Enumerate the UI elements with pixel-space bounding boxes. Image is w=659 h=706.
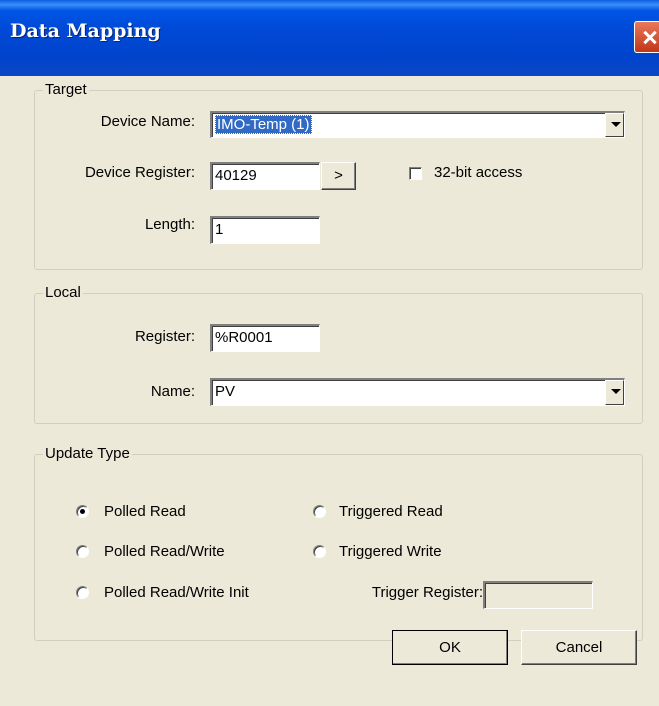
register-browse-button[interactable]: > — [321, 162, 356, 190]
polled-read-write-label: Polled Read/Write — [104, 543, 225, 560]
32-bit-access-checkbox[interactable] — [409, 167, 422, 180]
update-type-legend: Update Type — [43, 445, 132, 462]
title-bar[interactable]: Data Mapping — [0, 0, 659, 76]
local-name-select[interactable]: PV — [210, 378, 625, 406]
register-label: Register: — [134, 328, 195, 345]
triggered-read-radio[interactable] — [313, 505, 326, 518]
polled-read-write-init-radio[interactable] — [76, 586, 89, 599]
triggered-read-label: Triggered Read — [339, 503, 443, 520]
polled-read-write-init-label: Polled Read/Write Init — [104, 584, 249, 601]
trigger-register-input[interactable] — [483, 581, 593, 609]
chevron-down-icon[interactable] — [605, 113, 624, 137]
device-register-input[interactable]: 40129 — [210, 162, 320, 190]
device-name-value: IMO-Temp (1) — [215, 115, 312, 134]
cancel-button[interactable]: Cancel — [521, 630, 637, 665]
local-register-input[interactable]: %R0001 — [210, 324, 320, 352]
local-name-value: PV — [215, 383, 236, 400]
device-name-label: Device Name: — [100, 113, 195, 130]
32-bit-access-label: 32-bit access — [434, 164, 523, 181]
triggered-write-label: Triggered Write — [339, 543, 442, 560]
local-legend: Local — [43, 284, 83, 301]
polled-read-radio[interactable] — [76, 505, 89, 518]
device-name-select[interactable]: IMO-Temp (1) — [210, 111, 625, 138]
ok-button[interactable]: OK — [392, 630, 508, 665]
trigger-register-label: Trigger Register: — [371, 584, 483, 601]
polled-read-label: Polled Read — [104, 503, 186, 520]
length-label: Length: — [144, 216, 195, 233]
close-icon[interactable] — [634, 21, 659, 53]
dialog-body: Target Device Name: IMO-Temp (1) Device … — [3, 76, 653, 706]
name-label: Name: — [150, 383, 195, 400]
chevron-down-icon[interactable] — [605, 380, 624, 405]
triggered-write-radio[interactable] — [313, 545, 326, 558]
device-register-label: Device Register: — [84, 164, 195, 181]
window-title: Data Mapping — [10, 20, 161, 42]
polled-read-write-radio[interactable] — [76, 545, 89, 558]
target-legend: Target — [43, 81, 89, 98]
length-input[interactable]: 1 — [210, 216, 320, 244]
